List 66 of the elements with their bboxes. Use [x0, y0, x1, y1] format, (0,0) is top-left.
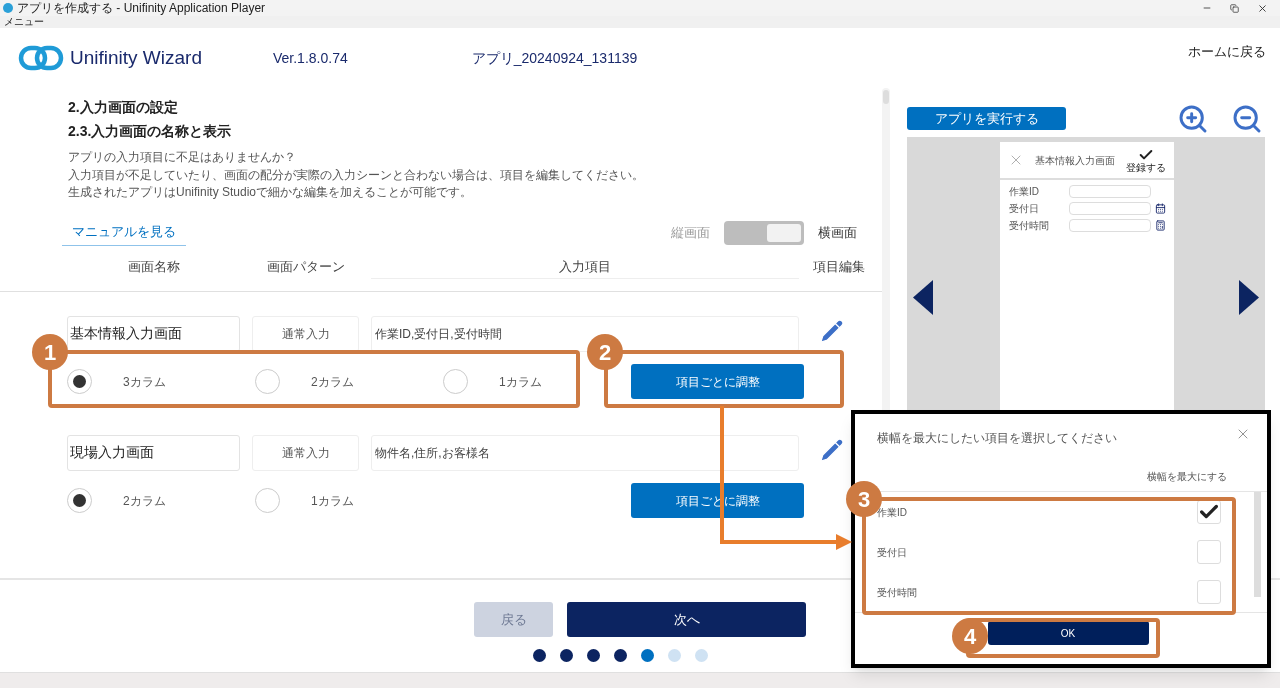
- next-arrow-icon[interactable]: [1239, 280, 1259, 315]
- layout-label: 2カラム: [311, 373, 354, 391]
- description-text: アプリの入力項目に不足はありませんか？: [68, 149, 297, 166]
- maximize-checkbox[interactable]: [1197, 540, 1221, 564]
- column-header: 入力項目: [371, 254, 799, 279]
- description-text: 生成されたアプリはUnifinity Studioで細かな編集を加えることが可能です。: [68, 184, 474, 201]
- column-header: 項目編集: [811, 257, 866, 276]
- home-link[interactable]: ホームに戻る: [1188, 42, 1266, 62]
- phone-input[interactable]: [1069, 185, 1151, 198]
- ok-button[interactable]: OK: [987, 621, 1149, 645]
- run-app-button[interactable]: アプリを実行する: [907, 107, 1066, 130]
- calendar-icon: [1155, 203, 1166, 214]
- layout-radio[interactable]: 1カラム: [443, 369, 631, 394]
- subsection-title: 2.3.入力画面の名称と表示: [68, 122, 233, 140]
- section-title: 2.入力画面の設定: [68, 98, 179, 116]
- adjust-button[interactable]: 項目ごとに調整: [631, 364, 804, 399]
- dialog-title: 横幅を最大にしたい項目を選択してください: [877, 430, 1117, 447]
- phone-field-label: 作業ID: [1009, 186, 1040, 197]
- confirm-label: 登録する: [1126, 163, 1166, 173]
- landscape-label: 横画面: [818, 223, 857, 242]
- layout-radio[interactable]: 1カラム: [255, 488, 443, 513]
- orientation-switch[interactable]: [724, 220, 804, 245]
- screen-name-field[interactable]: 現場入力画面: [67, 434, 240, 471]
- portrait-label: 縦画面: [671, 223, 710, 242]
- column-header: 横幅を最大にする: [1147, 470, 1227, 484]
- edit-icon[interactable]: [819, 317, 845, 344]
- scrollbar[interactable]: [1254, 492, 1261, 597]
- phone-input[interactable]: [1069, 202, 1151, 215]
- phone-input[interactable]: [1069, 219, 1151, 232]
- layout-label: 1カラム: [499, 373, 542, 391]
- phone-field-label: 受付時間: [1009, 220, 1050, 231]
- layout-radio[interactable]: 2カラム: [255, 369, 443, 394]
- callout-number: 1: [32, 334, 68, 370]
- item-label: 受付日: [877, 545, 907, 560]
- pattern-field[interactable]: 通常入力: [252, 315, 359, 352]
- phone-title: 基本情報入力画面: [1034, 153, 1116, 168]
- app-icon: [3, 3, 13, 13]
- logo-icon: [18, 45, 64, 71]
- layout-radio[interactable]: 3カラム: [67, 369, 255, 394]
- pattern-field[interactable]: 通常入力: [252, 434, 359, 471]
- maximize-checkbox[interactable]: [1197, 500, 1221, 524]
- maximize-checkbox[interactable]: [1197, 580, 1221, 604]
- layout-label: 1カラム: [311, 492, 354, 510]
- calculator-icon: [1155, 220, 1166, 231]
- layout-label: 2カラム: [123, 492, 166, 510]
- phone-field-label: 受付日: [1009, 203, 1040, 214]
- callout-number: 2: [587, 334, 623, 370]
- previous-arrow-icon[interactable]: [913, 280, 933, 315]
- restore-icon[interactable]: [1230, 3, 1239, 13]
- window-title: アプリを作成する - Unifinity Application Player: [17, 2, 266, 14]
- description-text: 入力項目が不足していたり、画面の配分が実際の入力シーンと合わない場合は、項目を編集してください。: [68, 166, 645, 184]
- version-label: Ver.1.8.0.74: [273, 48, 348, 68]
- edit-icon[interactable]: [819, 436, 845, 463]
- next-button[interactable]: 次へ: [567, 602, 806, 637]
- item-label: 受付時間: [877, 585, 917, 600]
- menu-item[interactable]: メニュー: [4, 17, 44, 27]
- brand-name: Unifinity Wizard: [70, 45, 202, 70]
- column-header: 画面パターン: [265, 257, 346, 276]
- app-name: アプリ_20240924_131139: [471, 48, 638, 68]
- manual-link[interactable]: マニュアルを見る: [62, 219, 186, 246]
- layout-label: 3カラム: [123, 373, 166, 391]
- screen-name-field[interactable]: 基本情報入力画面: [67, 315, 240, 352]
- layout-radio[interactable]: 2カラム: [67, 488, 255, 513]
- items-field[interactable]: 物件名,住所,お客様名: [371, 434, 799, 471]
- column-header: 画面名称: [126, 257, 181, 276]
- close-icon[interactable]: [1257, 2, 1268, 14]
